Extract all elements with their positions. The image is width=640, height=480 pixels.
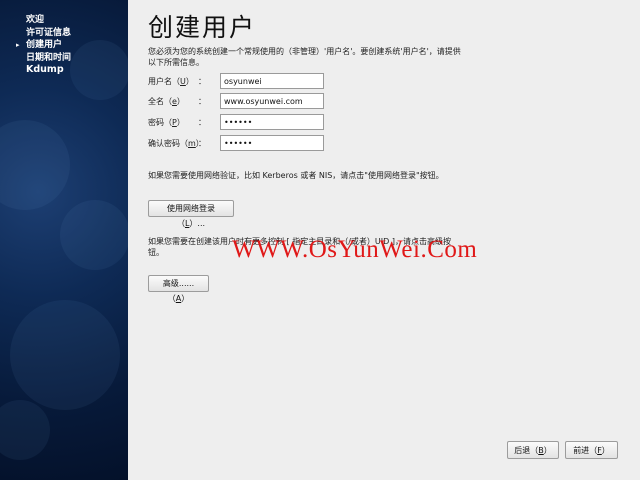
username-row: 用户名（U）：: [148, 73, 468, 89]
page-title: 创建用户: [148, 13, 257, 42]
password-input[interactable]: [220, 114, 324, 130]
intro-text: 您必须为您的系统创建一个常规使用的（非管理）'用户名'。要创建系统'用户名'，请…: [148, 47, 461, 67]
step-list: 欢迎 许可证信息 ▸ 创建用户 日期和时间 Kdump: [0, 14, 128, 77]
password-label: 密码（P）：: [148, 118, 206, 127]
sidebar-decor: [60, 200, 128, 270]
confirm-password-label: 确认密码（m）：: [148, 139, 206, 148]
fullname-label: 全名（e）：: [148, 97, 206, 106]
fullname-row: 全名（e）：: [148, 93, 468, 109]
network-login-button[interactable]: 使用网络登录（L）...: [148, 200, 234, 228]
step-item-create-user: ▸ 创建用户: [0, 39, 128, 52]
watermark: WWW.OsYunWei.Com: [232, 236, 478, 263]
step-label: Kdump: [26, 64, 64, 75]
step-item-kdump: Kdump: [0, 64, 128, 77]
confirm-password-input[interactable]: [220, 135, 324, 151]
step-item-license: 许可证信息: [0, 27, 128, 40]
network-login-text: 如果您需要使用网络验证，比如 Kerberos 或者 NIS，请点击"使用网络登…: [148, 171, 444, 180]
advanced-text-line-2: 钮。: [148, 248, 164, 257]
back-button[interactable]: 后退（B）: [507, 441, 559, 459]
step-label: 创建用户: [26, 40, 63, 50]
username-input[interactable]: [220, 73, 324, 89]
username-label: 用户名（U）：: [148, 77, 206, 86]
step-label: 许可证信息: [26, 27, 72, 38]
step-item-date-time: 日期和时间: [0, 52, 128, 65]
current-step-arrow-icon: ▸: [16, 41, 20, 49]
fullname-input[interactable]: [220, 93, 324, 109]
password-row: 密码（P）：: [148, 114, 468, 130]
forward-button[interactable]: 前进（F）: [565, 441, 618, 459]
step-label: 欢迎: [26, 15, 45, 25]
sidebar-decor: [0, 120, 70, 210]
confirm-password-row: 确认密码（m）：: [148, 135, 468, 151]
screen: 欢迎 许可证信息 ▸ 创建用户 日期和时间 Kdump 创建用户 您必须为您的系统…: [0, 0, 640, 480]
sidebar-decor: [0, 400, 50, 460]
step-item-welcome: 欢迎: [0, 14, 128, 27]
sidebar-decor: [10, 300, 120, 410]
advanced-button[interactable]: 高级......（A）: [148, 275, 209, 303]
sidebar: 欢迎 许可证信息 ▸ 创建用户 日期和时间 Kdump: [0, 0, 128, 480]
step-label: 日期和时间: [26, 52, 72, 63]
